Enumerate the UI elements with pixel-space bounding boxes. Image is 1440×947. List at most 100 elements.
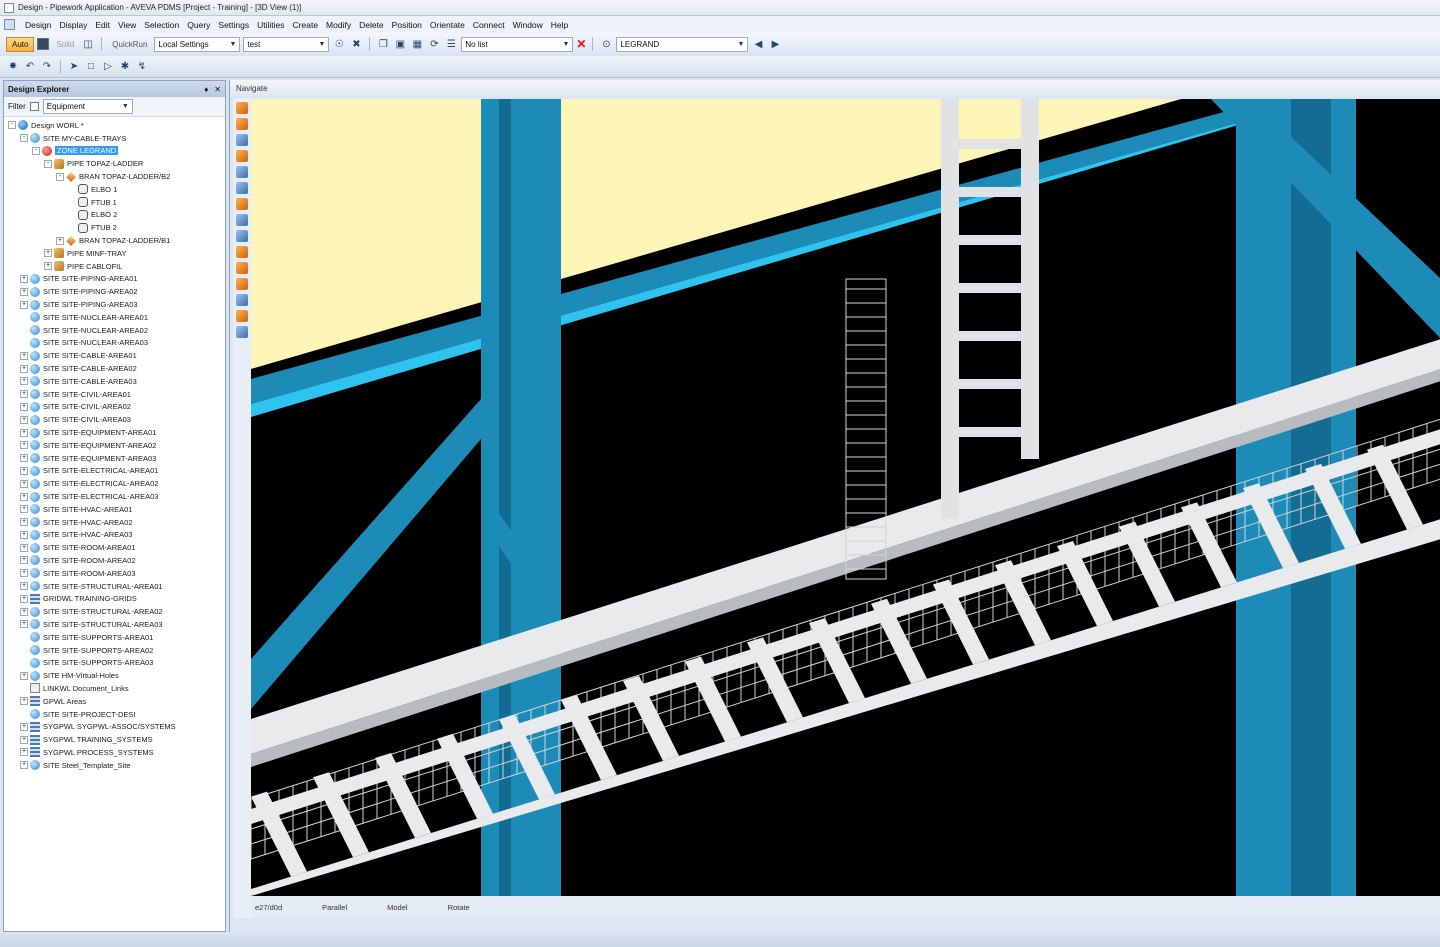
expand-icon[interactable]: + bbox=[20, 620, 28, 629]
expand-icon[interactable]: + bbox=[44, 249, 52, 258]
menu-view[interactable]: View bbox=[114, 20, 140, 30]
view-tool-icon[interactable] bbox=[236, 294, 248, 306]
close-icon[interactable]: ✕ bbox=[214, 85, 221, 94]
tree-item[interactable]: SITE SITE-NUCLEAR-AREA03 bbox=[4, 337, 225, 350]
tree-item[interactable]: - ZONE LEGRAND bbox=[4, 145, 225, 158]
expand-icon[interactable]: + bbox=[20, 364, 28, 373]
tree-item[interactable]: - SITE MY-CABLE-TRAYS bbox=[4, 132, 225, 145]
menu-edit[interactable]: Edit bbox=[91, 20, 114, 30]
tree-item[interactable]: + SYGPWL PROCESS_SYSTEMS bbox=[4, 746, 225, 759]
tree-item[interactable]: + SITE SITE-HVAC-AREA03 bbox=[4, 529, 225, 542]
expand-icon[interactable]: + bbox=[20, 415, 28, 424]
expand-icon[interactable]: + bbox=[20, 454, 28, 463]
tree-item[interactable]: + SITE SITE-EQUIPMENT-AREA02 bbox=[4, 439, 225, 452]
tree-item[interactable]: + SITE SITE-EQUIPMENT-AREA01 bbox=[4, 426, 225, 439]
expand-icon[interactable]: + bbox=[20, 582, 28, 591]
current-element-combo[interactable]: LEGRAND ▼ bbox=[616, 36, 749, 52]
tree-item[interactable]: + SITE SITE-STRUCTURAL-AREA01 bbox=[4, 580, 225, 593]
collapse-icon[interactable]: - bbox=[20, 134, 28, 143]
tree-item[interactable]: + SITE SITE-PIPING-AREA02 bbox=[4, 285, 225, 298]
menu-create[interactable]: Create bbox=[289, 20, 323, 30]
expand-icon[interactable]: + bbox=[20, 428, 28, 437]
tree-item[interactable]: + SITE SITE-CIVIL-AREA02 bbox=[4, 401, 225, 414]
3d-view-canvas[interactable] bbox=[251, 99, 1440, 896]
tree-item[interactable]: ELBO 2 bbox=[4, 209, 225, 222]
expand-icon[interactable]: + bbox=[20, 569, 28, 578]
expand-icon[interactable]: + bbox=[20, 351, 28, 360]
menu-display[interactable]: Display bbox=[55, 20, 91, 30]
menu-query[interactable]: Query bbox=[183, 20, 214, 30]
tree-item[interactable]: + PIPE MINF-TRAY bbox=[4, 247, 225, 260]
tree-item[interactable]: - PIPE TOPAZ-LADDER bbox=[4, 157, 225, 170]
view-tool-icon[interactable] bbox=[236, 262, 248, 274]
back-icon[interactable]: ◀ bbox=[751, 37, 765, 51]
pointer-icon[interactable]: ➤ bbox=[67, 60, 81, 74]
clear-list-icon[interactable]: ✕ bbox=[576, 37, 586, 51]
expand-icon[interactable]: + bbox=[20, 492, 28, 501]
tree-item[interactable]: + SITE SITE-CIVIL-AREA03 bbox=[4, 413, 225, 426]
tree-item[interactable]: + SYGPWL SYGPWL-ASSOC/SYSTEMS bbox=[4, 720, 225, 733]
tree-item[interactable]: SITE SITE-NUCLEAR-AREA01 bbox=[4, 311, 225, 324]
tree-item[interactable]: + SITE SITE-CABLE-AREA02 bbox=[4, 362, 225, 375]
tree-item[interactable]: FTUB 1 bbox=[4, 196, 225, 209]
tree-item[interactable]: + SITE HM-Virtual-Holes bbox=[4, 669, 225, 682]
tree-item[interactable]: + SITE SITE-EQUIPMENT-AREA03 bbox=[4, 452, 225, 465]
tree-item[interactable]: FTUB 2 bbox=[4, 221, 225, 234]
menu-orientate[interactable]: Orientate bbox=[426, 20, 469, 30]
tree-item[interactable]: + SITE SITE-ROOM-AREA02 bbox=[4, 554, 225, 567]
zoom-icon[interactable] bbox=[236, 182, 248, 194]
menu-help[interactable]: Help bbox=[547, 20, 572, 30]
expand-icon[interactable]: + bbox=[20, 402, 28, 411]
tree-item[interactable]: SITE SITE-SUPPORTS-AREA02 bbox=[4, 644, 225, 657]
tree-item[interactable]: + GRIDWL TRAINING-GRIDS bbox=[4, 592, 225, 605]
page-icon[interactable]: □ bbox=[84, 60, 98, 74]
tree-item[interactable]: + SITE SITE-CABLE-AREA01 bbox=[4, 349, 225, 362]
view-tool-icon[interactable] bbox=[236, 278, 248, 290]
expand-icon[interactable]: + bbox=[20, 761, 28, 770]
collapse-icon[interactable]: - bbox=[44, 159, 52, 168]
auto-button[interactable]: Auto bbox=[6, 36, 35, 52]
view-tool-icon[interactable] bbox=[236, 166, 248, 178]
expand-icon[interactable]: + bbox=[20, 441, 28, 450]
system-menu-icon[interactable] bbox=[4, 19, 15, 30]
list-icon[interactable]: ☰ bbox=[444, 37, 458, 51]
save-icon[interactable]: ▣ bbox=[393, 37, 407, 51]
database-icon[interactable]: ◫ bbox=[81, 37, 95, 51]
expand-icon[interactable]: + bbox=[20, 722, 28, 731]
menu-position[interactable]: Position bbox=[388, 20, 426, 30]
tree-item[interactable]: + BRAN TOPAZ-LADDER/B1 bbox=[4, 234, 225, 247]
view-tool-icon[interactable] bbox=[236, 102, 248, 114]
view-tool-icon[interactable] bbox=[236, 326, 248, 338]
layout-icon[interactable]: ▦ bbox=[410, 37, 424, 51]
tree-item[interactable]: + SITE Steel_Template_Site bbox=[4, 759, 225, 772]
tree-item[interactable]: + SITE SITE-ELECTRICAL-AREA01 bbox=[4, 465, 225, 478]
expand-icon[interactable]: + bbox=[20, 748, 28, 757]
expand-icon[interactable]: + bbox=[20, 594, 28, 603]
tree-item[interactable]: SITE SITE-SUPPORTS-AREA01 bbox=[4, 631, 225, 644]
view-tool-icon[interactable] bbox=[236, 246, 248, 258]
expand-icon[interactable]: + bbox=[20, 479, 28, 488]
tree-item[interactable]: + SITE SITE-STRUCTURAL-AREA02 bbox=[4, 605, 225, 618]
test-combo[interactable]: test ▼ bbox=[243, 36, 330, 52]
filter-combo[interactable]: Equipment ▼ bbox=[42, 99, 133, 114]
expand-icon[interactable]: + bbox=[20, 735, 28, 744]
expand-icon[interactable]: + bbox=[20, 543, 28, 552]
settings-combo[interactable]: Local Settings ▼ bbox=[154, 36, 241, 52]
tree-item[interactable]: + SITE SITE-STRUCTURAL-AREA03 bbox=[4, 618, 225, 631]
expand-icon[interactable]: + bbox=[20, 556, 28, 565]
forward-icon[interactable]: ▶ bbox=[768, 37, 782, 51]
tree-item[interactable]: + SITE SITE-HVAC-AREA02 bbox=[4, 516, 225, 529]
tree-item[interactable]: ELBO 1 bbox=[4, 183, 225, 196]
solid-button[interactable]: Solid bbox=[52, 38, 78, 51]
expand-icon[interactable]: + bbox=[20, 518, 28, 527]
pan-icon[interactable] bbox=[236, 214, 248, 226]
menu-modify[interactable]: Modify bbox=[322, 20, 355, 30]
menu-selection[interactable]: Selection bbox=[140, 20, 183, 30]
refresh-icon[interactable]: ⟳ bbox=[427, 37, 441, 51]
sparkle-icon[interactable]: ✸ bbox=[6, 60, 20, 74]
view-tool-icon[interactable] bbox=[236, 150, 248, 162]
collapse-icon[interactable]: - bbox=[8, 121, 16, 130]
tree-item[interactable]: + SITE SITE-CABLE-AREA03 bbox=[4, 375, 225, 388]
tree-item[interactable]: + SITE SITE-CIVIL-AREA01 bbox=[4, 388, 225, 401]
flow-icon[interactable]: ↯ bbox=[135, 60, 149, 74]
